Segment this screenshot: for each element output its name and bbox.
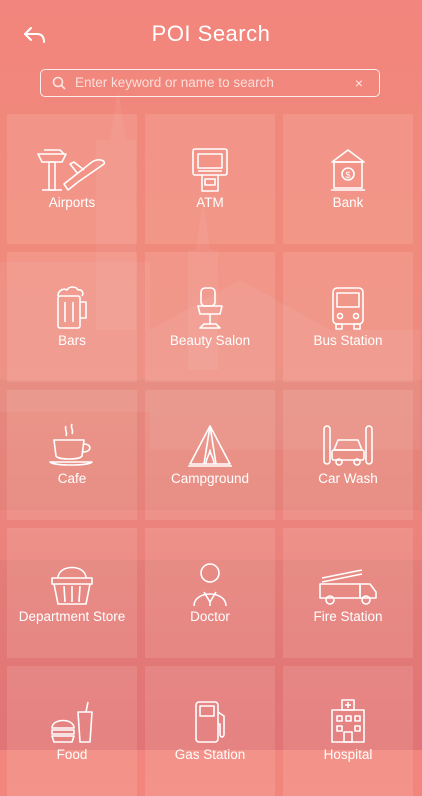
bank-icon: $ bbox=[331, 149, 365, 191]
airport-icon bbox=[37, 149, 106, 191]
category-hospital[interactable]: Hospital bbox=[283, 666, 413, 796]
doctor-icon bbox=[193, 563, 227, 607]
category-label: Cafe bbox=[57, 471, 87, 486]
coffee-cup-icon bbox=[49, 423, 93, 466]
category-bars[interactable]: Bars bbox=[7, 252, 137, 382]
category-label: Bank bbox=[332, 195, 364, 210]
category-label: Car Wash bbox=[318, 471, 378, 486]
search-bar: × bbox=[40, 69, 380, 97]
category-label: ATM bbox=[196, 195, 224, 210]
category-label: Beauty Salon bbox=[169, 333, 251, 348]
search-input[interactable] bbox=[75, 70, 345, 95]
gas-pump-icon bbox=[195, 701, 225, 743]
category-label: Hospital bbox=[323, 747, 373, 762]
category-fire-station[interactable]: Fire Station bbox=[283, 528, 413, 658]
page-title: POI Search bbox=[151, 21, 271, 46]
category-car-wash[interactable]: Car Wash bbox=[283, 390, 413, 520]
clear-search-button[interactable]: × bbox=[351, 74, 367, 92]
app-header: POI Search bbox=[0, 0, 422, 66]
category-campground[interactable]: Campground bbox=[145, 390, 275, 520]
category-label: Gas Station bbox=[174, 747, 246, 762]
salon-chair-icon bbox=[197, 287, 223, 329]
category-department-store[interactable]: Department Store bbox=[7, 528, 137, 658]
category-label: Food bbox=[56, 747, 88, 762]
bus-icon bbox=[332, 287, 364, 330]
svg-text:$: $ bbox=[345, 170, 350, 180]
food-icon bbox=[51, 701, 93, 743]
category-label: Bars bbox=[58, 333, 86, 348]
search-icon bbox=[52, 76, 66, 90]
tent-icon bbox=[188, 425, 232, 467]
fire-truck-icon bbox=[319, 569, 377, 605]
category-bank[interactable]: $ Bank bbox=[283, 114, 413, 244]
atm-icon bbox=[192, 148, 228, 192]
category-label: Doctor bbox=[190, 609, 230, 624]
beer-mug-icon bbox=[57, 286, 87, 329]
category-food[interactable]: Food bbox=[7, 666, 137, 796]
category-bus-station[interactable]: Bus Station bbox=[283, 252, 413, 382]
category-label: Bus Station bbox=[313, 333, 383, 348]
hospital-icon bbox=[331, 699, 365, 743]
category-label: Fire Station bbox=[313, 609, 383, 624]
category-beauty-salon[interactable]: Beauty Salon bbox=[145, 252, 275, 382]
category-airports[interactable]: Airports bbox=[7, 114, 137, 244]
shopping-basket-icon bbox=[51, 566, 93, 605]
category-label: Department Store bbox=[18, 609, 126, 624]
car-wash-icon bbox=[323, 425, 373, 466]
category-doctor[interactable]: Doctor bbox=[145, 528, 275, 658]
category-label: Campground bbox=[170, 471, 250, 486]
category-atm[interactable]: ATM bbox=[145, 114, 275, 244]
category-label: Airports bbox=[48, 195, 96, 210]
category-gas-station[interactable]: Gas Station bbox=[145, 666, 275, 796]
category-cafe[interactable]: Cafe bbox=[7, 390, 137, 520]
